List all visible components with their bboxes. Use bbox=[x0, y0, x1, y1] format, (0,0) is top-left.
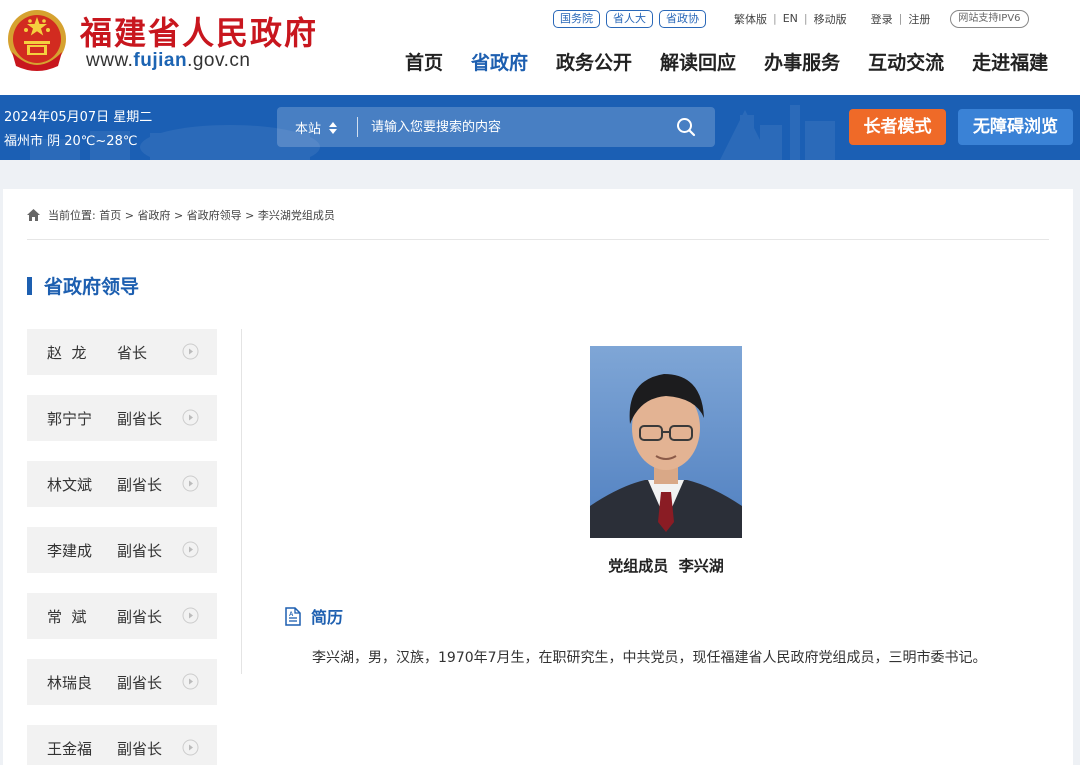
breadcrumb-leaders[interactable]: 省政府领导 bbox=[187, 207, 242, 223]
site-title[interactable]: 福建省人民政府 bbox=[80, 8, 318, 54]
leader-name: 常 斌 bbox=[47, 608, 87, 626]
leader-item[interactable]: 林瑞良 副省长 bbox=[27, 659, 217, 705]
arrow-right-icon bbox=[182, 475, 199, 492]
breadcrumb-separator: > bbox=[245, 208, 255, 222]
leader-item[interactable]: 赵 龙 省长 bbox=[27, 329, 217, 375]
bio-heading: A 简历 bbox=[285, 604, 343, 628]
site-url: www.fujian.gov.cn bbox=[86, 50, 250, 72]
top-links: 国务院 省人大 省政协 繁体版 | EN | 移动版 登录 | 注册 网站支持I… bbox=[553, 9, 1029, 28]
link-traditional[interactable]: 繁体版 bbox=[734, 11, 767, 27]
leader-item[interactable]: 林文斌 副省长 bbox=[27, 461, 217, 507]
arrow-right-icon bbox=[182, 607, 199, 624]
arrow-right-icon bbox=[182, 673, 199, 690]
leader-portrait bbox=[590, 346, 742, 538]
leader-item[interactable]: 李建成 副省长 bbox=[27, 527, 217, 573]
search-bar-banner: 2024年05月07日 星期二 福州市 阴 20℃~28℃ 本站 长者模式 无障… bbox=[0, 95, 1080, 160]
breadcrumb-separator: > bbox=[124, 208, 134, 222]
link-register[interactable]: 注册 bbox=[908, 11, 930, 27]
nav-interpretation[interactable]: 解读回应 bbox=[660, 48, 736, 78]
leader-name: 林瑞良 bbox=[47, 674, 93, 692]
nav-government-affairs[interactable]: 政务公开 bbox=[556, 48, 632, 78]
nav-about-fujian[interactable]: 走进福建 bbox=[972, 48, 1048, 78]
home-icon bbox=[27, 209, 40, 221]
url-highlight: fujian bbox=[133, 50, 188, 71]
leader-title: 副省长 bbox=[117, 674, 163, 692]
section-title-text: 省政府领导 bbox=[44, 276, 140, 298]
nav-provincial-government[interactable]: 省政府 bbox=[471, 48, 528, 78]
breadcrumb-current: 李兴湖党组成员 bbox=[257, 209, 335, 222]
weather-info: 福州市 阴 20℃~28℃ bbox=[4, 134, 138, 149]
separator: | bbox=[898, 12, 903, 25]
arrow-right-icon bbox=[182, 343, 199, 360]
arrow-right-icon bbox=[182, 739, 199, 756]
leader-title: 副省长 bbox=[117, 542, 163, 560]
separator: | bbox=[773, 12, 777, 25]
breadcrumb-provincial-government[interactable]: 省政府 bbox=[137, 207, 170, 223]
accessible-browsing-button[interactable]: 无障碍浏览 bbox=[958, 109, 1073, 145]
search-scope-label: 本站 bbox=[295, 122, 322, 137]
column-divider bbox=[241, 329, 242, 674]
nav-interaction[interactable]: 互动交流 bbox=[868, 48, 944, 78]
leader-name: 林文斌 bbox=[47, 476, 93, 494]
leader-name: 李建成 bbox=[47, 542, 93, 560]
bio-heading-text: 简历 bbox=[311, 608, 344, 627]
leader-item[interactable]: 王金福 副省长 bbox=[27, 725, 217, 765]
section-title: 省政府领导 bbox=[27, 272, 139, 299]
current-date: 2024年05月07日 星期二 bbox=[4, 110, 153, 125]
leader-name: 赵 龙 bbox=[47, 344, 87, 362]
url-prefix: www. bbox=[86, 50, 134, 71]
leader-title: 副省长 bbox=[117, 608, 163, 626]
elder-mode-button[interactable]: 长者模式 bbox=[849, 109, 946, 145]
link-state-council[interactable]: 国务院 bbox=[553, 9, 600, 28]
nav-home[interactable]: 首页 bbox=[405, 48, 443, 78]
leader-name: 郭宁宁 bbox=[47, 410, 93, 428]
main-nav: 首页 省政府 政务公开 解读回应 办事服务 互动交流 走进福建 bbox=[405, 48, 1048, 78]
url-suffix: .gov.cn bbox=[187, 50, 251, 71]
divider bbox=[27, 239, 1049, 240]
arrow-right-icon bbox=[182, 409, 199, 426]
bio-text: 李兴湖，男，汉族，1970年7月生，在职研究生，中共党员，现任福建省人民政府党组… bbox=[312, 650, 987, 666]
search-scope-select[interactable]: 本站 bbox=[295, 118, 338, 137]
breadcrumb-prefix: 当前位置: bbox=[48, 209, 96, 222]
content-panel: 当前位置: 首页 > 省政府 > 省政府领导 > 李兴湖党组成员 省政府领导 赵… bbox=[3, 189, 1073, 765]
document-icon: A bbox=[285, 606, 301, 626]
link-login[interactable]: 登录 bbox=[871, 11, 893, 27]
leader-title: 副省长 bbox=[117, 476, 163, 494]
leader-title: 副省长 bbox=[117, 740, 163, 758]
search-box: 本站 bbox=[277, 107, 715, 147]
breadcrumb: 当前位置: 首页 > 省政府 > 省政府领导 > 李兴湖党组成员 bbox=[27, 207, 335, 223]
sort-arrows-icon bbox=[329, 122, 338, 134]
title-marker bbox=[27, 277, 32, 295]
svg-text:A: A bbox=[289, 612, 294, 618]
leader-title: 省长 bbox=[117, 344, 148, 362]
link-mobile[interactable]: 移动版 bbox=[814, 11, 847, 27]
search-icon[interactable] bbox=[675, 116, 697, 138]
ipv6-badge: 网站支持IPV6 bbox=[950, 9, 1029, 28]
arrow-right-icon bbox=[182, 541, 199, 558]
breadcrumb-home[interactable]: 首页 bbox=[99, 207, 121, 223]
leader-list: 赵 龙 省长 郭宁宁 副省长 林文斌 副省长 李建成 副省长 常 斌 副省长 林… bbox=[27, 329, 217, 765]
site-header: 福建省人民政府 www.fujian.gov.cn 国务院 省人大 省政协 繁体… bbox=[0, 0, 1080, 95]
link-english[interactable]: EN bbox=[783, 12, 798, 25]
breadcrumb-separator: > bbox=[173, 208, 184, 222]
leader-title: 副省长 bbox=[117, 410, 163, 428]
search-divider bbox=[357, 117, 358, 137]
profile-caption: 党组成员 李兴湖 bbox=[608, 557, 724, 575]
search-input[interactable] bbox=[371, 107, 661, 147]
nav-services[interactable]: 办事服务 bbox=[764, 48, 840, 78]
national-emblem-icon[interactable] bbox=[6, 8, 68, 74]
link-provincial-congress[interactable]: 省人大 bbox=[606, 9, 653, 28]
separator: | bbox=[803, 12, 808, 25]
leader-name: 王金福 bbox=[47, 740, 93, 758]
leader-item[interactable]: 常 斌 副省长 bbox=[27, 593, 217, 639]
link-cppcc[interactable]: 省政协 bbox=[659, 9, 706, 28]
leader-item[interactable]: 郭宁宁 副省长 bbox=[27, 395, 217, 441]
